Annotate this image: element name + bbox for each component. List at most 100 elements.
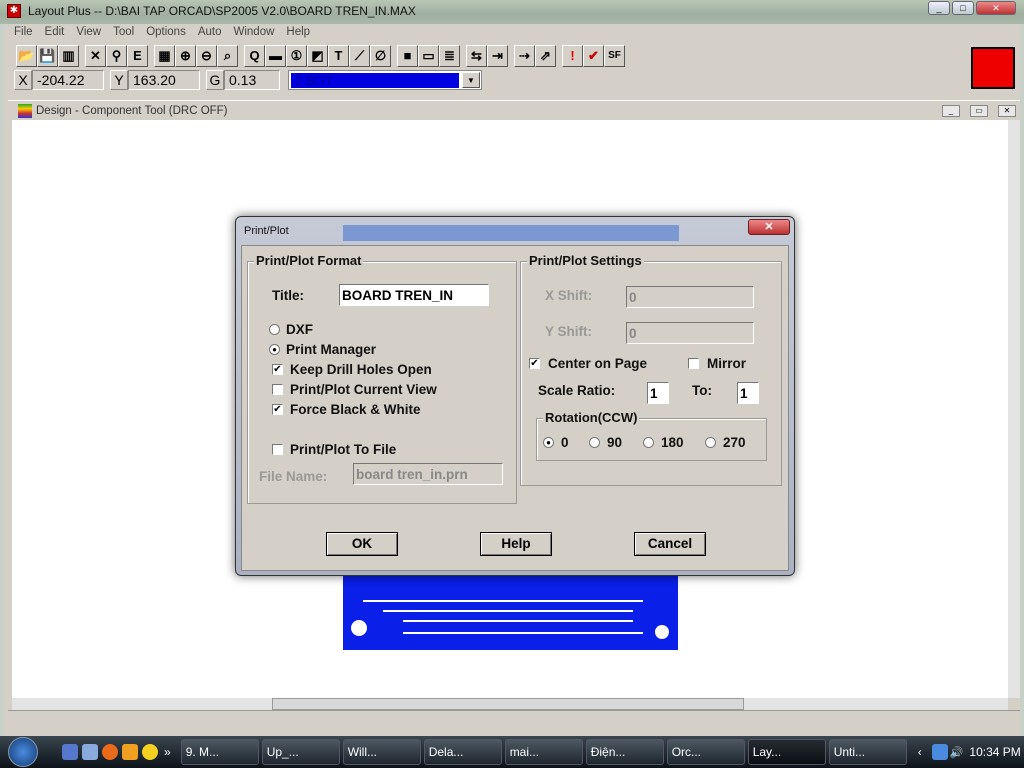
scale-ratio-input[interactable]: 1: [647, 382, 669, 404]
connection-icon[interactable]: ⟋: [349, 45, 370, 67]
scale-to-input[interactable]: 1: [737, 382, 759, 404]
sf-icon[interactable]: SF: [604, 45, 625, 67]
open-folder-icon[interactable]: 📂: [16, 45, 37, 67]
taskbar: » 9. M... Up_... Will... Dela... mai... Điện.…: [0, 736, 1024, 768]
rotation-90-radio[interactable]: [589, 437, 600, 448]
title-bar: ✱ Layout Plus -- D:\BAI TAP ORCAD\SP2005…: [0, 0, 1024, 24]
edit-segment-icon[interactable]: ⇆: [466, 45, 487, 67]
maximize-button[interactable]: □: [952, 1, 974, 15]
text-icon[interactable]: T: [328, 45, 349, 67]
menu-view[interactable]: View: [70, 26, 107, 42]
taskbar-item[interactable]: Điện...: [585, 739, 664, 765]
taskbar-item[interactable]: Up_...: [261, 739, 340, 765]
zoom-all-icon[interactable]: ⌕: [217, 45, 238, 67]
library-icon[interactable]: ▥: [58, 45, 79, 67]
volume-icon[interactable]: 🔊: [950, 746, 964, 759]
rotation-180-radio[interactable]: [643, 437, 654, 448]
grid-icon[interactable]: ▦: [154, 45, 175, 67]
switch-windows-icon[interactable]: [82, 744, 98, 760]
taskbar-item[interactable]: mai...: [504, 739, 583, 765]
keep-drill-holes-label: Keep Drill Holes Open: [290, 362, 432, 377]
mdi-close-button[interactable]: ✕: [998, 105, 1016, 117]
firefox-icon[interactable]: [102, 744, 118, 760]
x-shift-input[interactable]: 0: [626, 286, 754, 308]
help-button[interactable]: Help: [480, 532, 552, 556]
edit-track-icon[interactable]: ⇗: [535, 45, 556, 67]
menu-help[interactable]: Help: [280, 26, 316, 42]
close-button[interactable]: ✕: [976, 1, 1016, 15]
taskbar-item[interactable]: Will...: [342, 739, 421, 765]
dialog-close-button[interactable]: ✕: [748, 219, 790, 235]
force-bw-checkbox[interactable]: ✔: [272, 404, 283, 415]
menu-file[interactable]: File: [8, 26, 39, 42]
cancel-button[interactable]: Cancel: [634, 532, 706, 556]
shove-track-icon[interactable]: ⇢: [514, 45, 535, 67]
taskbar-item[interactable]: Lay...: [747, 739, 826, 765]
drc-box-icon[interactable]: ▭: [418, 45, 439, 67]
delete-icon[interactable]: ✕: [85, 45, 106, 67]
add-via-icon[interactable]: ⇥: [487, 45, 508, 67]
y-label: Y: [110, 70, 128, 90]
force-bw-label: Force Black & White: [290, 402, 421, 417]
settings-legend: Print/Plot Settings: [527, 253, 644, 268]
menu-window[interactable]: Window: [228, 26, 281, 42]
dxf-radio[interactable]: [269, 324, 280, 335]
plot-to-file-label: Print/Plot To File: [290, 442, 397, 457]
taskbar-item[interactable]: Orc...: [666, 739, 745, 765]
edit-icon[interactable]: E: [127, 45, 148, 67]
query-icon[interactable]: Q: [244, 45, 265, 67]
media-player-icon[interactable]: [122, 744, 138, 760]
x-label: X: [14, 70, 32, 90]
print-plot-dialog: Print/Plot ✕ Print/Plot Format Title: BO…: [235, 216, 795, 576]
print-manager-radio[interactable]: ●: [269, 344, 280, 355]
find-icon[interactable]: ⚲: [106, 45, 127, 67]
network-icon[interactable]: [931, 744, 948, 760]
zoom-in-icon[interactable]: ⊕: [175, 45, 196, 67]
layer-color-swatch[interactable]: [971, 47, 1015, 89]
center-on-page-checkbox[interactable]: ✔: [529, 358, 540, 369]
ok-button[interactable]: OK: [326, 532, 398, 556]
clock[interactable]: 10:34 PM: [969, 745, 1020, 759]
y-shift-input[interactable]: 0: [626, 322, 754, 344]
plot-to-file-checkbox[interactable]: [272, 444, 283, 455]
mirror-checkbox[interactable]: [688, 358, 699, 369]
pin-icon[interactable]: ①: [286, 45, 307, 67]
title-input[interactable]: BOARD TREN_IN: [339, 284, 489, 306]
show-desktop-icon[interactable]: [62, 744, 78, 760]
layer-select[interactable]: 2 BOT ▼: [288, 70, 482, 90]
obstacle-icon[interactable]: ◩: [307, 45, 328, 67]
minimize-button[interactable]: _: [928, 1, 950, 15]
menu-auto[interactable]: Auto: [192, 26, 228, 42]
component-icon[interactable]: ▬: [265, 45, 286, 67]
drc-check-icon[interactable]: ✔: [583, 45, 604, 67]
vertical-scrollbar[interactable]: [1008, 120, 1020, 698]
current-view-label: Print/Plot Current View: [290, 382, 437, 397]
taskbar-item[interactable]: 9. M...: [180, 739, 259, 765]
x-readout: -204.22: [32, 70, 104, 90]
chevron-down-icon[interactable]: ▼: [462, 72, 480, 88]
menu-options[interactable]: Options: [140, 26, 192, 42]
rotation-270-radio[interactable]: [705, 437, 716, 448]
menu-edit[interactable]: Edit: [39, 26, 71, 42]
keep-drill-holes-checkbox[interactable]: ✔: [272, 364, 283, 375]
mdi-minimize-button[interactable]: _: [942, 105, 960, 117]
current-view-checkbox[interactable]: [272, 384, 283, 395]
yahoo-messenger-icon[interactable]: [142, 744, 158, 760]
error-icon[interactable]: ∅: [370, 45, 391, 67]
color-icon[interactable]: ■: [397, 45, 418, 67]
zoom-out-icon[interactable]: ⊖: [196, 45, 217, 67]
taskbar-item[interactable]: Dela...: [423, 739, 502, 765]
mdi-restore-button[interactable]: ▭: [970, 105, 988, 117]
horizontal-scroll-thumb[interactable]: [272, 698, 744, 710]
layer-selected-value: 2 BOT: [291, 73, 459, 88]
online-drc-icon[interactable]: !: [562, 45, 583, 67]
file-name-input[interactable]: board tren_in.prn: [353, 463, 503, 485]
taskbar-item[interactable]: Unti...: [828, 739, 907, 765]
spreadsheet-icon[interactable]: ≣: [439, 45, 460, 67]
save-icon[interactable]: 💾: [37, 45, 58, 67]
rotation-0-radio[interactable]: ●: [543, 437, 554, 448]
menu-tool[interactable]: Tool: [107, 26, 140, 42]
chevron-left-icon[interactable]: ‹: [918, 745, 922, 759]
start-button[interactable]: [0, 736, 46, 768]
more-icon[interactable]: »: [164, 745, 171, 759]
